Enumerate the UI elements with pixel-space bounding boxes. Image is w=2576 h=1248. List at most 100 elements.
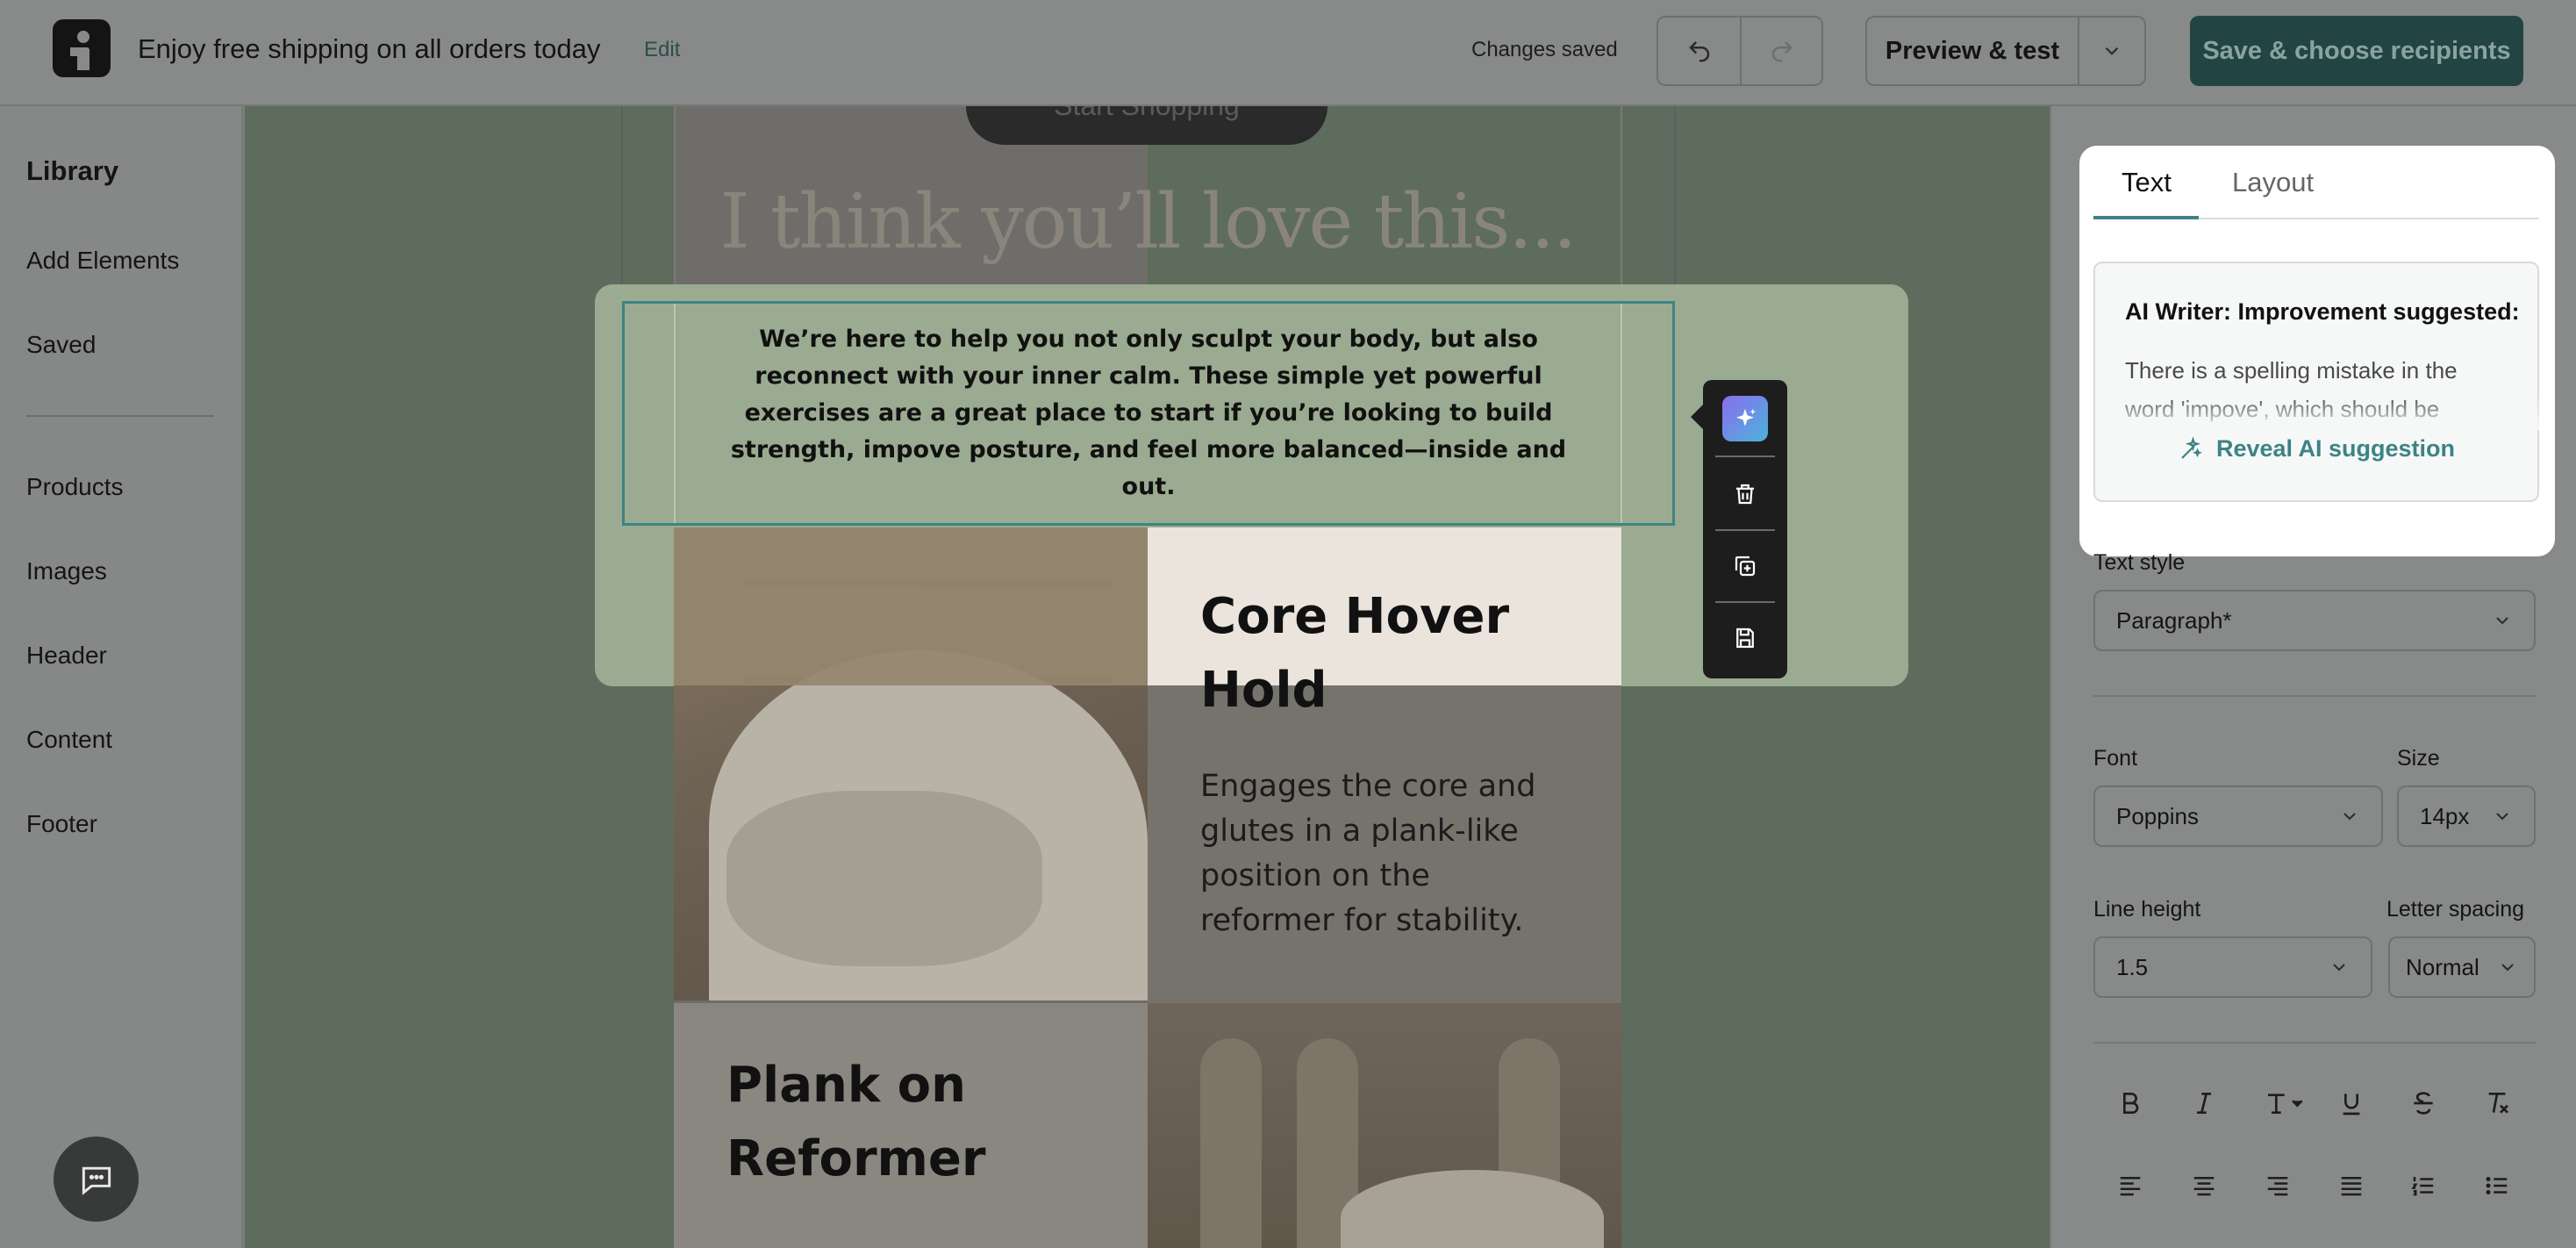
font-select[interactable]: Poppins — [2093, 785, 2383, 847]
text-size-icon — [2268, 1094, 2303, 1114]
chat-button[interactable] — [54, 1137, 139, 1222]
italic-icon — [2197, 1093, 2211, 1114]
preview-group: Preview & test — [1865, 16, 2146, 86]
exercise1-description[interactable]: Engages the core and glutes in a plank-l… — [1200, 764, 1569, 943]
active-tab-indicator — [2093, 216, 2199, 219]
reveal-ai-suggestion-button[interactable]: Reveal AI suggestion — [2095, 435, 2537, 463]
app-logo[interactable] — [53, 19, 111, 77]
italic-button[interactable] — [2184, 1083, 2224, 1123]
size-select[interactable]: 14px — [2397, 785, 2536, 847]
ai-writer-popover: Text Layout AI Writer: Improvement sugge… — [2079, 146, 2555, 556]
reveal-ai-suggestion-label: Reveal AI suggestion — [2215, 435, 2456, 462]
top-bar: Enjoy free shipping on all orders today … — [0, 0, 2576, 106]
clear-format-button[interactable] — [2477, 1083, 2517, 1123]
redo-button[interactable] — [1740, 18, 1821, 84]
panel-divider — [2093, 1042, 2536, 1044]
chevron-down-icon — [2496, 617, 2508, 625]
undo-redo-group — [1657, 16, 1823, 86]
ai-suggestion-card: AI Writer: Improvement suggested: There … — [2093, 262, 2539, 502]
sidebar-item-add-elements[interactable]: Add Elements — [26, 247, 179, 275]
duplicate-block-button[interactable] — [1703, 531, 1787, 601]
exercise2-title[interactable]: Plank on Reformer — [726, 1049, 1095, 1196]
align-justify-icon — [2341, 1177, 2362, 1196]
sidebar-item-footer[interactable]: Footer — [26, 810, 97, 838]
tab-text[interactable]: Text — [2122, 167, 2172, 198]
letter-spacing-label: Letter spacing — [2386, 897, 2525, 922]
sidebar-divider — [26, 415, 214, 417]
sidebar-item-saved[interactable]: Saved — [26, 331, 96, 359]
save-block-button[interactable] — [1703, 603, 1787, 673]
save-icon — [1736, 628, 1754, 649]
align-left-button[interactable] — [2110, 1166, 2150, 1206]
chevron-down-icon — [2496, 813, 2508, 821]
size-value: 14px — [2420, 802, 2470, 829]
block-toolbar — [1691, 380, 1787, 678]
library-sidebar: Library Add Elements Saved Products Imag… — [0, 106, 243, 1248]
chat-icon — [82, 1166, 111, 1195]
text-style-value: Paragraph* — [2116, 606, 2232, 634]
library-title: Library — [26, 155, 119, 186]
redo-icon — [1771, 41, 1792, 62]
bold-button[interactable] — [2110, 1083, 2150, 1123]
line-height-select[interactable]: 1.5 — [2093, 936, 2372, 998]
duplicate-icon — [1735, 556, 1756, 577]
sidebar-item-products[interactable]: Products — [26, 473, 124, 501]
email-headline[interactable]: I think you’ll love this... — [674, 178, 1621, 266]
text-style-select[interactable]: Paragraph* — [2093, 590, 2536, 651]
tab-layout[interactable]: Layout — [2232, 167, 2314, 198]
exercise1-image-highlight — [674, 527, 1148, 685]
letter-spacing-select[interactable]: Normal — [2388, 936, 2536, 998]
align-center-button[interactable] — [2184, 1166, 2224, 1206]
sidebar-item-images[interactable]: Images — [26, 557, 107, 585]
panel-divider — [2093, 695, 2536, 697]
sidebar-item-content[interactable]: Content — [26, 726, 112, 754]
save-status: Changes saved — [1471, 38, 1618, 61]
preview-test-button[interactable]: Preview & test — [1867, 18, 2078, 84]
selected-paragraph[interactable]: We’re here to help you not only sculpt y… — [705, 321, 1592, 506]
align-right-icon — [2267, 1177, 2288, 1196]
ai-writer-button[interactable] — [1703, 384, 1787, 454]
strikethrough-button[interactable] — [2403, 1083, 2444, 1123]
line-height-value: 1.5 — [2116, 953, 2149, 980]
delete-block-button[interactable] — [1703, 459, 1787, 529]
save-choose-recipients-button[interactable]: Save & choose recipients — [2190, 16, 2523, 86]
text-size-button[interactable] — [2259, 1083, 2312, 1123]
underline-button[interactable] — [2331, 1083, 2372, 1123]
numbered-list-button[interactable] — [2403, 1166, 2444, 1206]
chevron-down-icon — [2501, 964, 2514, 972]
panel-tabs: Text Layout — [2093, 146, 2539, 219]
preview-dropdown-button[interactable] — [2078, 18, 2144, 84]
bullet-list-icon — [2486, 1177, 2508, 1194]
font-value: Poppins — [2116, 802, 2199, 829]
align-left-icon — [2120, 1177, 2141, 1196]
size-label: Size — [2397, 746, 2440, 771]
magic-wand-icon — [2181, 435, 2202, 459]
ai-fade — [2097, 395, 2539, 430]
numbered-list-icon — [2411, 1177, 2434, 1196]
font-label: Font — [2093, 746, 2138, 771]
clear-format-icon — [2488, 1093, 2508, 1114]
exercise2-image[interactable] — [1148, 1003, 1621, 1248]
align-right-button[interactable] — [2258, 1166, 2298, 1206]
bullet-list-button[interactable] — [2477, 1166, 2517, 1206]
line-height-label: Line height — [2093, 897, 2201, 922]
undo-button[interactable] — [1658, 18, 1740, 84]
email-canvas[interactable]: Start Shopping I think you’ll love this.… — [245, 106, 2050, 1248]
letter-spacing-value: Normal — [2406, 953, 2479, 980]
exercise1-title[interactable]: Core Hover Hold — [1200, 580, 1569, 728]
start-shopping-button[interactable]: Start Shopping — [966, 106, 1327, 145]
sidebar-item-header[interactable]: Header — [26, 642, 107, 670]
align-justify-button[interactable] — [2331, 1166, 2372, 1206]
trash-icon — [1736, 484, 1754, 505]
strikethrough-icon — [2414, 1092, 2433, 1115]
chevron-down-icon — [2333, 964, 2345, 972]
text-style-label: Text style — [2093, 550, 2186, 575]
underline-icon — [2343, 1094, 2360, 1115]
chevron-down-icon — [2105, 47, 2119, 55]
bold-icon — [2123, 1093, 2139, 1114]
sparkle-icon — [1722, 396, 1768, 441]
ai-suggestion-title: AI Writer: Improvement suggested: — [2125, 298, 2520, 325]
selected-text-block[interactable]: We’re here to help you not only sculpt y… — [622, 301, 1675, 526]
edit-title-link[interactable]: Edit — [644, 38, 680, 62]
chevron-down-icon — [2343, 813, 2356, 821]
